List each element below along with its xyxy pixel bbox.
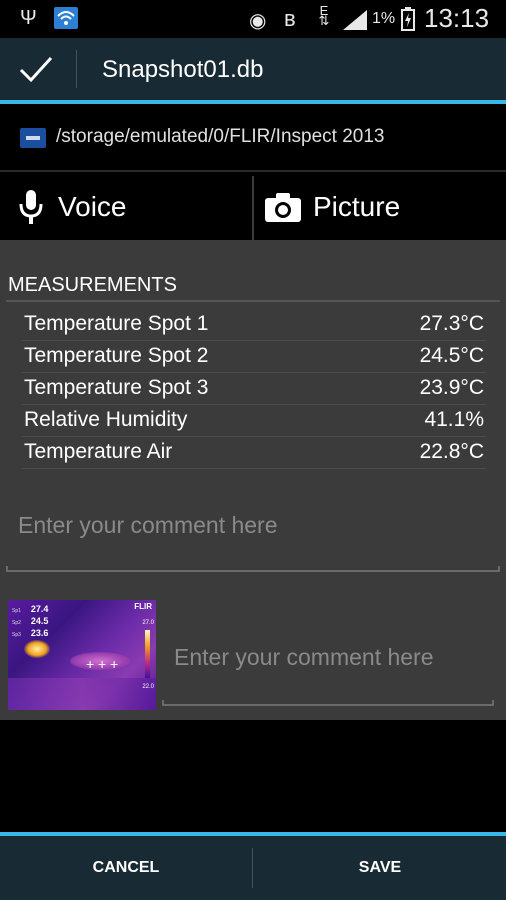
measurement-row: Temperature Spot 1 27.3°C [22,308,486,341]
measurement-name: Temperature Spot 2 [24,344,209,367]
file-path: /storage/emulated/0/FLIR/Inspect 2013 [56,126,385,147]
bottom-bar: CANCEL SAVE [0,836,506,900]
action-bar: Snapshot01.db [0,38,506,100]
clock: 13:13 [424,3,490,33]
file-path-row: /storage/emulated/0/FLIR/Inspect 2013 [0,104,506,170]
microphone-icon [19,190,43,224]
media-buttons-row: Voice Picture [0,170,506,243]
thermal-floor [8,678,156,710]
temperature-scale [145,630,150,678]
usb-icon: Ψ [20,7,37,29]
picture-label: Picture [313,191,401,222]
edge-data-icon: E ⇅ [318,3,330,28]
measurement-row: Relative Humidity 41.1% [22,404,486,437]
measurement-value: 24.5°C [419,344,484,367]
scale-max: 27.0 [142,620,154,626]
save-button[interactable]: SAVE [254,836,506,900]
signal-icon [343,10,367,30]
bluetooth-icon: ʙ [284,6,296,31]
measurement-row: Temperature Spot 3 23.9°C [22,372,486,405]
crosshair-icon: + [86,656,95,672]
comment-input[interactable]: Enter your comment here [18,512,278,539]
thermal-image-thumbnail[interactable]: Sp1 27.4 Sp2 24.5 Sp3 23.6 FLIR 27.0 22.0 +… [8,600,156,710]
measurement-name: Temperature Spot 1 [24,312,209,335]
measurement-row: Temperature Air 22.8°C [22,436,486,469]
measurements-header: MEASUREMENTS [8,274,177,296]
measurement-name: Temperature Spot 3 [24,376,209,399]
checkmark-icon[interactable] [18,52,54,86]
voice-label: Voice [58,191,127,222]
measurement-value: 27.3°C [419,312,484,335]
wifi-icon [54,7,78,29]
picture-comment-input[interactable]: Enter your comment here [174,644,434,671]
measurement-row: Temperature Spot 2 24.5°C [22,340,486,373]
crosshair-icon: + [110,656,119,672]
measurement-name: Temperature Air [24,440,173,463]
thumbnail-reading: Sp3 23.6 [12,628,49,638]
content-panel: MEASUREMENTS Temperature Spot 1 27.3°C T… [0,240,506,720]
measurement-value: 41.1% [424,408,484,431]
cancel-button[interactable]: CANCEL [0,836,252,900]
eye-icon: ◉ [249,10,267,32]
voice-button[interactable]: Voice [0,172,252,242]
comment-input-underline [6,566,500,572]
battery-percent: 1% [372,10,396,27]
action-bar-divider [76,50,77,88]
thumbnail-reading: Sp1 27.4 [12,604,49,614]
battery-charging-icon [401,7,415,31]
flir-folder-icon [20,128,46,148]
bottom-bar-divider [252,848,253,888]
measurements-divider [6,300,500,302]
crosshair-icon: + [98,656,107,672]
thumbnail-reading: Sp2 24.5 [12,616,49,626]
measurement-value: 22.8°C [419,440,484,463]
picture-comment-underline [162,700,494,706]
measurement-name: Relative Humidity [24,408,188,431]
camera-icon [265,193,301,222]
flir-logo: FLIR [134,602,152,611]
thermal-hotspot [24,640,50,658]
scale-min: 22.0 [142,684,154,690]
page-title: Snapshot01.db [102,56,264,83]
media-divider [252,176,254,240]
measurement-value: 23.9°C [419,376,484,399]
status-bar: Ψ ◉ ʙ E ⇅ 1% 13:13 [0,0,506,38]
picture-button[interactable]: Picture [255,172,506,242]
